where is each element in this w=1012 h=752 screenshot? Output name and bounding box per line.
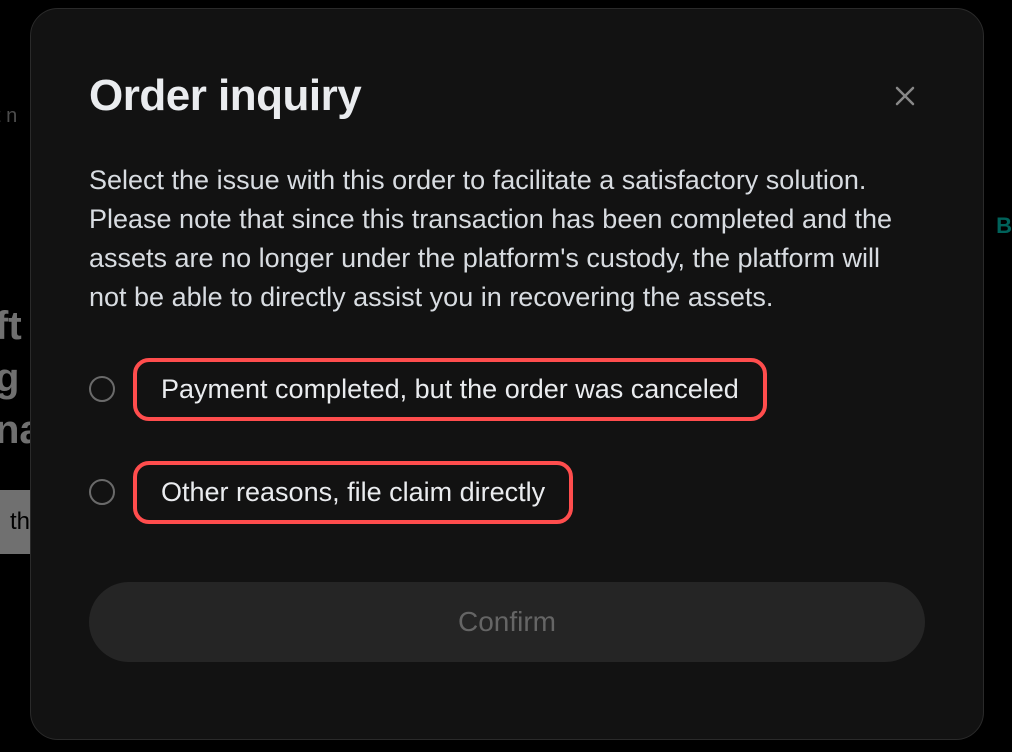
close-button[interactable]	[885, 76, 925, 116]
radio-label-highlight: Other reasons, file claim directly	[133, 461, 573, 524]
confirm-button[interactable]: Confirm	[89, 582, 925, 662]
radio-input[interactable]	[89, 479, 115, 505]
modal-header: Order inquiry	[89, 71, 925, 121]
order-inquiry-modal: Order inquiry Select the issue with this…	[30, 8, 984, 740]
radio-label-highlight: Payment completed, but the order was can…	[133, 358, 767, 421]
radio-option-other-reasons[interactable]: Other reasons, file claim directly	[89, 461, 925, 524]
modal-description: Select the issue with this order to faci…	[89, 161, 925, 318]
radio-input[interactable]	[89, 376, 115, 402]
radio-label: Payment completed, but the order was can…	[161, 374, 739, 404]
radio-label: Other reasons, file claim directly	[161, 477, 545, 507]
close-icon	[893, 84, 917, 108]
modal-title: Order inquiry	[89, 71, 361, 121]
radio-option-payment-completed[interactable]: Payment completed, but the order was can…	[89, 358, 925, 421]
